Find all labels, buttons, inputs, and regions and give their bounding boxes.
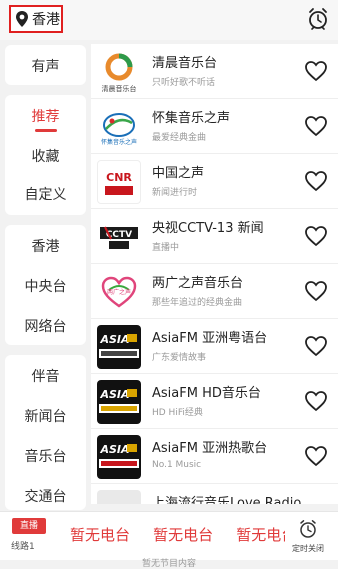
station-subtitle: HD HiFi经典	[152, 408, 203, 418]
heart-icon[interactable]	[304, 390, 328, 412]
huaiji-logo-icon: 怀集音乐之声	[97, 105, 141, 149]
station-subtitle: 广东爱情故事	[152, 353, 207, 363]
station-subtitle: 直播中	[152, 243, 180, 253]
station-subtitle: 只听好歌不听话	[152, 78, 216, 88]
sidebar-item-custom[interactable]: 自定义	[5, 184, 86, 204]
station-row[interactable]: 上海流行音乐Love Radio	[91, 484, 338, 504]
station-title: AsiaFM 亚洲粤语台	[152, 331, 268, 346]
location-selector[interactable]: 香港	[9, 5, 63, 33]
timer-clock-icon[interactable]	[298, 519, 318, 539]
station-row[interactable]: ASIA AsiaFM HD音乐台 HD HiFi经典	[91, 374, 338, 429]
program-hint: 暂无节目内容	[141, 559, 196, 569]
station-title: AsiaFM HD音乐台	[152, 386, 261, 401]
sidebar-item-recommend[interactable]: 推荐	[5, 106, 86, 126]
heart-icon[interactable]	[304, 60, 328, 82]
asiafm-hot-logo-icon: ASIA	[97, 435, 141, 479]
ticker-text: 暂无电台	[70, 526, 131, 544]
station-title: AsiaFM 亚洲热歌台	[152, 441, 268, 456]
station-subtitle: No.1 Music	[152, 460, 202, 470]
heart-icon[interactable]	[304, 115, 328, 137]
location-label: 香港	[32, 12, 60, 28]
heart-icon[interactable]	[304, 445, 328, 467]
asiafm-hd-logo-icon: ASIA	[97, 380, 141, 424]
station-title: 怀集音乐之声	[152, 111, 231, 126]
sidebar-item-traffic[interactable]: 交通台	[5, 486, 86, 506]
cnr-logo-text: CNR	[106, 171, 132, 184]
heart-icon[interactable]	[304, 170, 328, 192]
qingchen-logo-icon: 清晨音乐台	[97, 50, 141, 94]
station-row[interactable]: CNR 中国之声 新闻进行时	[91, 154, 338, 209]
sidebar-item-central[interactable]: 中央台	[5, 276, 86, 296]
station-subtitle: 那些年追过的经典金曲	[152, 298, 243, 308]
sidebar-item-favorites[interactable]: 收藏	[5, 146, 86, 166]
line-selector[interactable]: 线路1	[11, 539, 35, 552]
sidebar-item-network[interactable]: 网络台	[5, 316, 86, 336]
sidebar-card-region: 香港 中央台 网络台	[5, 225, 86, 345]
timer-label[interactable]: 定时关闭	[292, 543, 324, 554]
ticker-text: 暂无电台	[153, 526, 214, 544]
alarm-clock-icon[interactable]	[307, 7, 329, 31]
station-title: 两广之声音乐台	[152, 276, 244, 291]
active-tab-indicator	[35, 129, 57, 132]
sidebar-card-genre: 伴音 新闻台 音乐台 交通台	[5, 355, 86, 510]
shanghai-logo-icon	[97, 490, 141, 504]
location-pin-icon	[16, 11, 28, 27]
lianguang-logo-icon: 两广之声	[97, 270, 141, 314]
player-bar: 直播 线路1 暂无电台 暂无电台 暂无电台 定时关闭 暂无节目内容	[0, 511, 338, 569]
sidebar-card-main: 推荐 收藏 自定义	[5, 95, 86, 215]
sidebar-item-news[interactable]: 新闻台	[5, 406, 86, 426]
asiafm-logo-text: ASIA	[99, 443, 129, 456]
station-row[interactable]: 两广之声 两广之声音乐台 那些年追过的经典金曲	[91, 264, 338, 319]
now-playing-ticker: 暂无电台 暂无电台 暂无电台	[70, 524, 285, 546]
heart-icon[interactable]	[304, 335, 328, 357]
heart-icon[interactable]	[304, 225, 328, 247]
lianguang-logo-text: 两广之声	[107, 288, 131, 296]
asiafm-yue-logo-icon: ASIA	[97, 325, 141, 369]
qingchen-logo-text: 清晨音乐台	[102, 84, 137, 93]
station-row[interactable]: ASIA AsiaFM 亚洲粤语台 广东爱情故事	[91, 319, 338, 374]
station-row[interactable]: CCTV 央视CCTV-13 新闻 直播中	[91, 209, 338, 264]
top-bar: 香港	[0, 0, 338, 40]
sidebar-card-audio: 有声	[5, 45, 86, 85]
station-title: 央视CCTV-13 新闻	[152, 221, 264, 236]
sidebar-item-hongkong[interactable]: 香港	[5, 236, 86, 256]
asiafm-logo-text: ASIA	[99, 388, 129, 401]
station-subtitle: 最爱经典金曲	[152, 133, 207, 143]
station-title: 中国之声	[152, 166, 205, 181]
ticker-text: 暂无电台	[236, 526, 285, 544]
station-title: 上海流行音乐Love Radio	[152, 496, 302, 504]
live-badge: 直播	[12, 518, 46, 534]
asiafm-logo-text: ASIA	[99, 333, 129, 346]
category-sidebar: 有声 推荐 收藏 自定义 香港 中央台 网络台 伴音 新闻台 音乐台 交通台	[0, 40, 90, 510]
heart-icon[interactable]	[304, 280, 328, 302]
station-title: 清晨音乐台	[152, 56, 218, 71]
sidebar-item-accompany[interactable]: 伴音	[5, 366, 86, 386]
station-subtitle: 新闻进行时	[152, 188, 198, 198]
sidebar-item-audio[interactable]: 有声	[5, 56, 86, 76]
station-row[interactable]: ASIA AsiaFM 亚洲热歌台 No.1 Music	[91, 429, 338, 484]
cnr-logo-icon: CNR	[97, 160, 141, 204]
sidebar-item-music[interactable]: 音乐台	[5, 446, 86, 466]
huaiji-logo-text: 怀集音乐之声	[101, 138, 137, 146]
station-list: 清晨音乐台 清晨音乐台 只听好歌不听话 怀集音乐之声 怀集音乐之声 最爱经典金曲	[91, 44, 338, 504]
station-row[interactable]: 怀集音乐之声 怀集音乐之声 最爱经典金曲	[91, 99, 338, 154]
cctv-logo-icon: CCTV	[97, 215, 141, 259]
station-row[interactable]: 清晨音乐台 清晨音乐台 只听好歌不听话	[91, 44, 338, 99]
